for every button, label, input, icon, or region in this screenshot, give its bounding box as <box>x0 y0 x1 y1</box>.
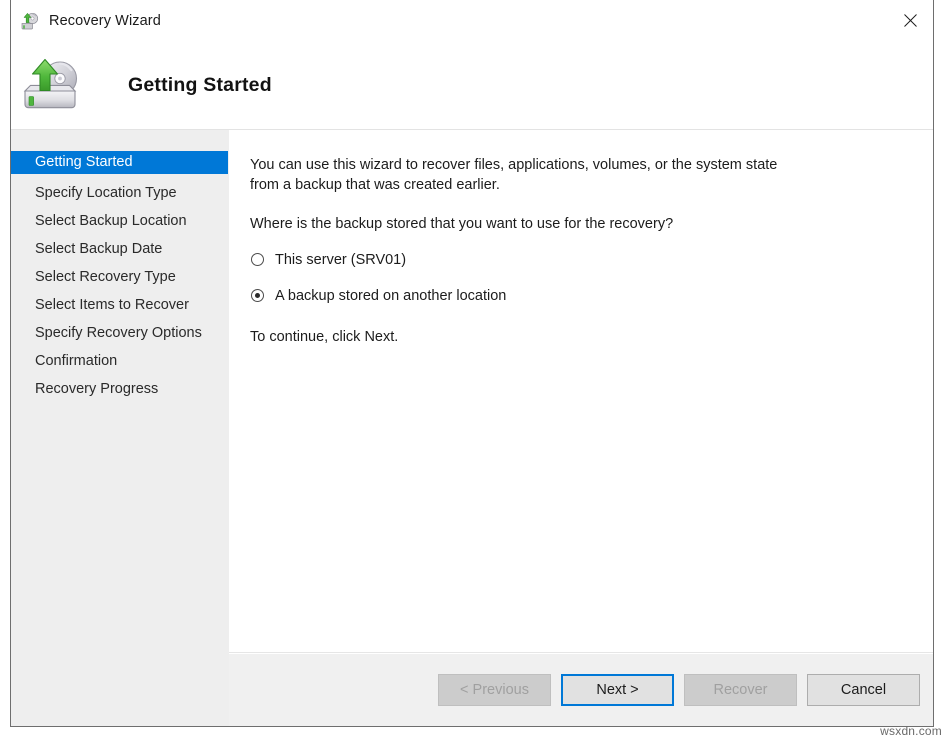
continue-hint-text: To continue, click Next. <box>250 328 796 348</box>
sidebar-item-select-backup-date[interactable]: Select Backup Date <box>11 235 229 263</box>
recover-button[interactable]: Recover <box>684 674 797 706</box>
recovery-disk-icon <box>19 54 85 116</box>
wizard-footer: < Previous Next > Recover Cancel <box>229 654 933 726</box>
radio-label-another-location: A backup stored on another location <box>275 288 506 304</box>
wizard-steps-sidebar: Getting Started Specify Location Type Se… <box>11 130 229 726</box>
recovery-disk-icon <box>20 11 40 31</box>
radio-label-this-server: This server (SRV01) <box>275 252 406 268</box>
window-title: Recovery Wizard <box>49 13 161 29</box>
title-bar: Recovery Wizard <box>11 1 933 41</box>
intro-text: You can use this wizard to recover files… <box>250 156 796 195</box>
question-text: Where is the backup stored that you want… <box>250 215 796 235</box>
sidebar-item-getting-started[interactable]: Getting Started <box>11 151 228 174</box>
radio-button-checked[interactable] <box>251 289 264 302</box>
radio-button-unchecked[interactable] <box>251 253 264 266</box>
sidebar-item-select-items-to-recover[interactable]: Select Items to Recover <box>11 291 229 319</box>
close-icon[interactable] <box>887 1 933 40</box>
sidebar-item-select-backup-location[interactable]: Select Backup Location <box>11 207 229 235</box>
page-title: Getting Started <box>128 74 272 97</box>
radio-option-this-server[interactable]: This server (SRV01) <box>250 252 911 268</box>
sidebar-item-confirmation[interactable]: Confirmation <box>11 347 229 375</box>
sidebar-item-specify-recovery-options[interactable]: Specify Recovery Options <box>11 319 229 347</box>
sidebar-item-recovery-progress[interactable]: Recovery Progress <box>11 375 229 403</box>
wizard-content-panel: You can use this wizard to recover files… <box>229 130 933 653</box>
watermark: wsxdn.com <box>880 724 942 738</box>
previous-button[interactable]: < Previous <box>438 674 551 706</box>
radio-option-another-location[interactable]: A backup stored on another location <box>250 288 911 304</box>
next-button[interactable]: Next > <box>561 674 674 706</box>
sidebar-item-specify-location-type[interactable]: Specify Location Type <box>11 179 229 207</box>
cancel-button[interactable]: Cancel <box>807 674 920 706</box>
recovery-wizard-window: Recovery Wizard <box>0 0 945 739</box>
sidebar-item-select-recovery-type[interactable]: Select Recovery Type <box>11 263 229 291</box>
page-header: Getting Started <box>11 41 933 130</box>
